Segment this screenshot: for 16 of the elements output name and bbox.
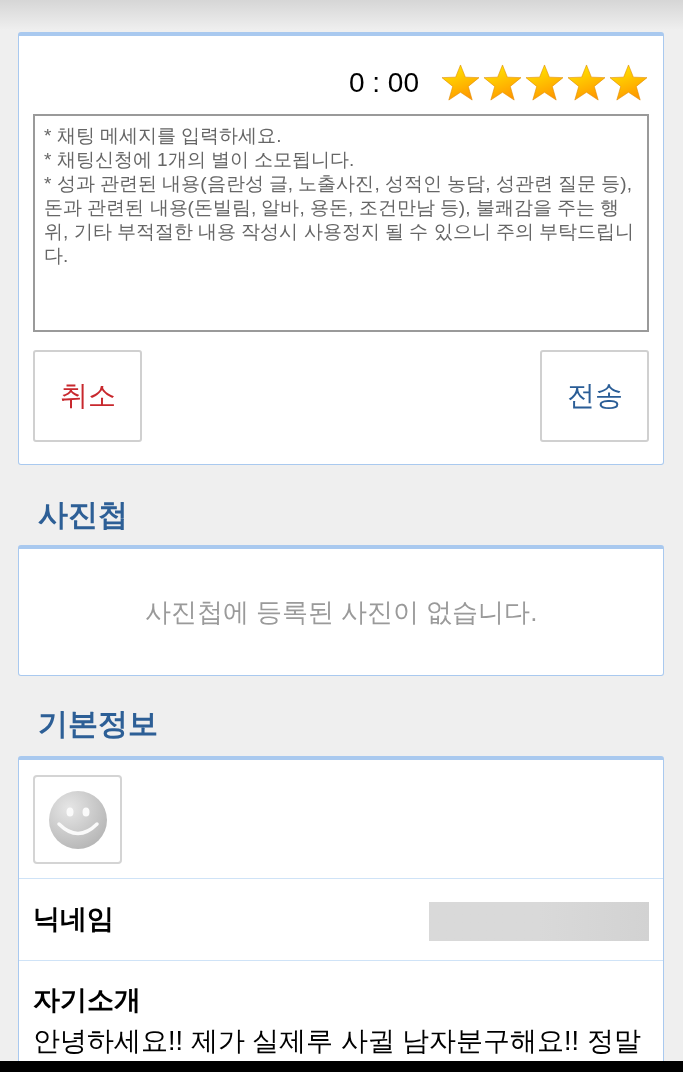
star-icon [441, 64, 480, 102]
empty-message: 사진첩에 등록된 사진이 없습니다. [144, 595, 538, 629]
field-label: 닉네임 [33, 903, 114, 937]
star-icon [483, 64, 522, 102]
send-button[interactable]: 전송 [540, 350, 649, 442]
smiley-icon [48, 790, 107, 849]
star-icon [525, 64, 564, 102]
intro-text: 안녕하세요!! 제가 실제루 사귈 남자분구해요!! 정말 [33, 1025, 642, 1058]
message-input[interactable]: * 채팅 메세지를 입력하세요. * 채팅신청에 1개의 별이 소모됩니다. * 성과 관련된 내용(음란성 글, 노출사진, 성적인 농담, 성관련 질문 등), 돈과 관련된 내용(돈빌림, 알바, 용돈, 조건만남 등), 불쾌감을 주는 행위, 기타 부적절한 내용 작성시 사용정지 될 수 있으니 주의 부탁드립니다. [33, 114, 649, 332]
section-title: 사진첩 [38, 497, 128, 533]
field-label: 자기소개 [33, 984, 142, 1017]
cancel-button[interactable]: 취소 [33, 350, 142, 442]
section-title: 기본정보 [38, 706, 158, 742]
star-icon [567, 64, 606, 102]
star-icon [609, 64, 648, 102]
timer-text: 0 : 00 [348, 69, 419, 97]
